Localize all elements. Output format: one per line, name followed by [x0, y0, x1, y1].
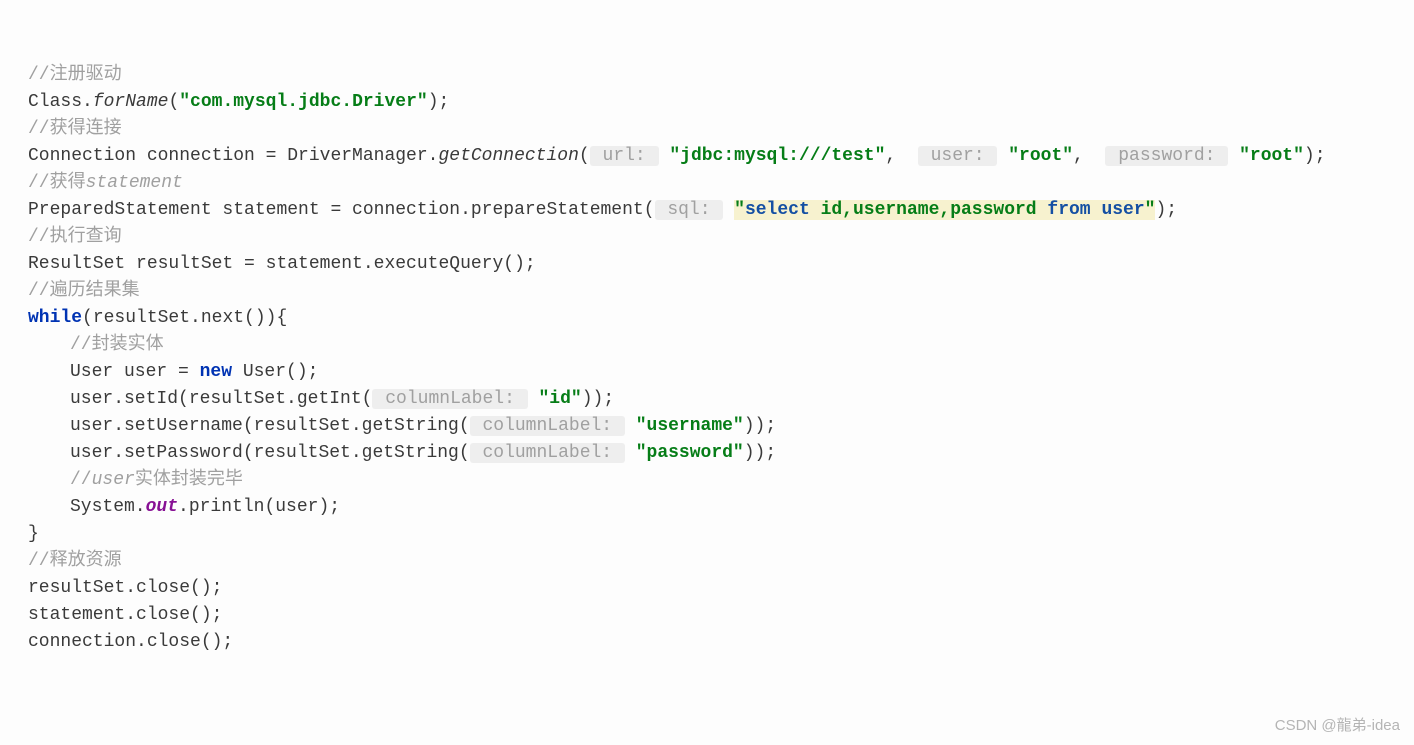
code-block: { "watermark": "CSDN @龍弟-idea", "c": { "… — [0, 0, 1414, 745]
line-get-connection: Connection connection = DriverManager.ge… — [28, 146, 1326, 166]
param-hint-columnlabel: columnLabel: — [372, 389, 527, 409]
comment-get-statement: //获得statement — [28, 173, 183, 193]
line-set-username: user.setUsername(resultSet.getString( co… — [70, 416, 776, 436]
param-hint-columnlabel: columnLabel: — [470, 416, 625, 436]
comment-exec-query: //执行查询 — [28, 227, 122, 247]
comment-register-driver: //注册驱动 — [28, 65, 122, 85]
line-set-id: user.setId(resultSet.getInt( columnLabel… — [70, 389, 614, 409]
watermark: CSDN @龍弟-idea — [1275, 712, 1400, 739]
line-set-password: user.setPassword(resultSet.getString( co… — [70, 443, 776, 463]
comment-get-connection: //获得连接 — [28, 119, 122, 139]
line-close-statement: statement.close(); — [28, 605, 222, 625]
sql-string-highlight: "select id,username,password from user" — [734, 200, 1155, 220]
line-execute-query: ResultSet resultSet = statement.executeQ… — [28, 254, 536, 274]
line-forname: Class.forName("com.mysql.jdbc.Driver"); — [28, 92, 449, 112]
comment-release: //释放资源 — [28, 551, 122, 571]
param-hint-url: url: — [590, 146, 659, 166]
line-new-user: User user = new User(); — [70, 362, 318, 382]
param-hint-sql: sql: — [655, 200, 724, 220]
line-prepare-statement: PreparedStatement statement = connection… — [28, 200, 1177, 220]
line-while: while(resultSet.next()){ — [28, 308, 287, 328]
comment-user-done: //user实体封装完毕 — [70, 470, 243, 490]
param-hint-columnlabel: columnLabel: — [470, 443, 625, 463]
line-close-brace: } — [28, 524, 39, 544]
line-println: System.out.println(user); — [70, 497, 340, 517]
param-hint-user: user: — [918, 146, 998, 166]
param-hint-password: password: — [1105, 146, 1228, 166]
line-close-resultset: resultSet.close(); — [28, 578, 222, 598]
line-close-connection: connection.close(); — [28, 632, 233, 652]
comment-loop-resultset: //遍历结果集 — [28, 281, 140, 301]
comment-encapsulate: //封装实体 — [70, 335, 164, 355]
